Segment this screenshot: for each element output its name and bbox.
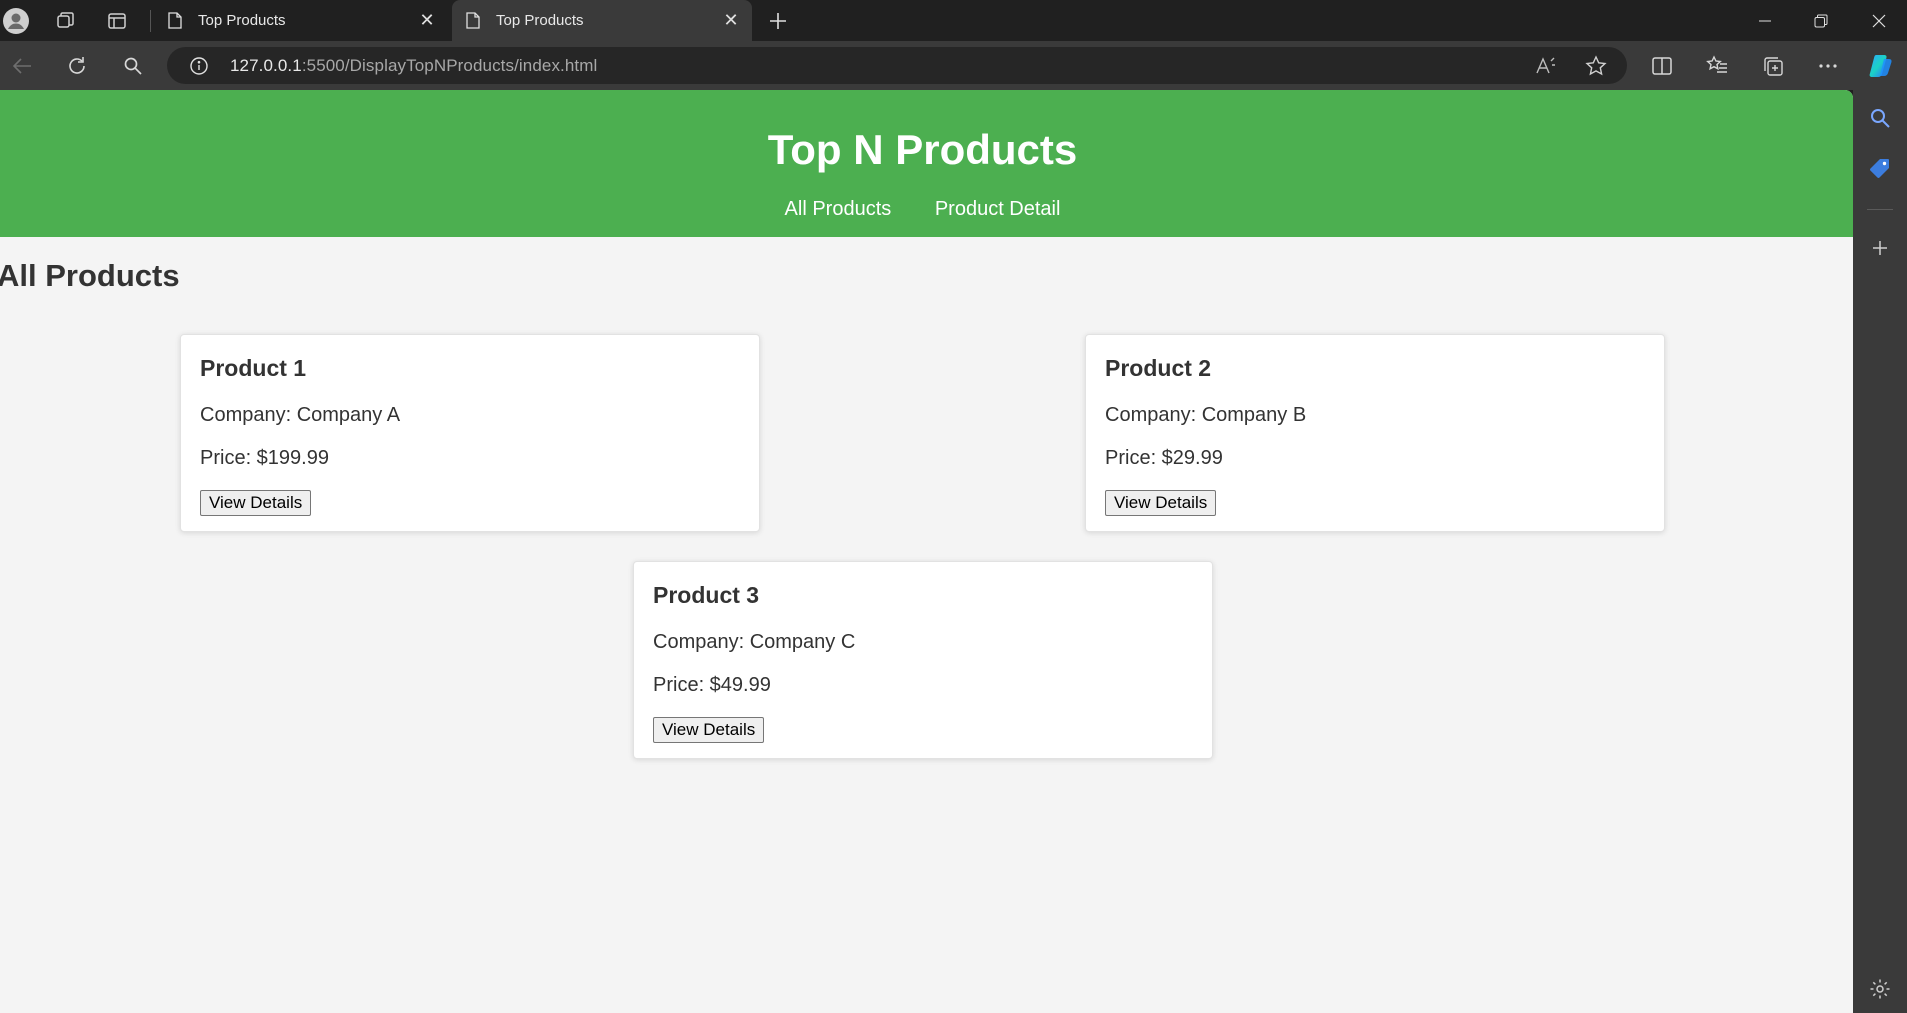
site-info-icon[interactable] [189,56,209,81]
sidebar-separator [1867,209,1893,210]
section-title: All Products [0,258,180,293]
product-card: Product 1 Company: Company A Price: $199… [180,334,760,532]
product-price: Price: $29.99 [1105,447,1223,469]
product-card: Product 2 Company: Company B Price: $29.… [1085,334,1665,532]
close-tab-icon[interactable]: ✕ [720,10,742,32]
product-name: Product 1 [200,355,307,381]
search-icon[interactable] [119,52,147,80]
view-details-button[interactable]: View Details [653,717,765,743]
product-price: Price: $199.99 [200,447,329,469]
product-name: Product 2 [1105,355,1212,381]
refresh-icon[interactable] [63,52,91,80]
close-tab-icon[interactable]: ✕ [416,10,438,32]
browser-tab-1[interactable]: Top Products ✕ [154,0,448,41]
browser-title-bar: Top Products ✕ Top Products ✕ [0,0,1907,41]
url-text[interactable]: 127.0.0.1:5500/DisplayTopNProducts/index… [230,56,597,76]
shopping-tag-icon[interactable] [1866,154,1894,182]
favorite-star-icon[interactable] [1585,55,1607,82]
close-window-icon[interactable] [1851,0,1907,41]
product-company: Company: Company B [1105,404,1307,426]
more-options-icon[interactable] [1814,52,1842,80]
vertical-tabs-icon[interactable] [104,8,130,34]
nav-link-product-detail[interactable]: Product Detail [935,198,1061,220]
collections-icon[interactable] [1759,52,1787,80]
add-sidebar-app-icon[interactable] [1866,234,1894,262]
page-icon [466,12,484,30]
read-aloud-icon[interactable] [1535,56,1557,81]
product-company: Company: Company C [653,631,856,653]
page-icon [168,12,186,30]
sidebar-settings-icon[interactable] [1866,975,1894,1003]
view-details-button[interactable]: View Details [1105,490,1217,516]
workspaces-icon[interactable] [53,8,79,34]
new-tab-icon[interactable] [764,7,792,35]
tab-title: Top Products [496,12,584,29]
tab-separator [150,10,151,32]
nav-link-all-products[interactable]: All Products [785,198,892,220]
product-price: Price: $49.99 [653,674,771,696]
sidebar-search-icon[interactable] [1866,104,1894,132]
site-header: Top N Products All Products Product Deta… [0,90,1853,237]
view-details-button[interactable]: View Details [200,490,312,516]
tab-title: Top Products [198,12,286,29]
page-viewport: Top N Products All Products Product Deta… [0,90,1853,1013]
minimize-icon[interactable] [1737,0,1793,41]
split-screen-icon[interactable] [1648,52,1676,80]
profile-avatar-icon[interactable] [3,8,29,34]
browser-toolbar: 127.0.0.1:5500/DisplayTopNProducts/index… [0,41,1907,90]
favorites-list-icon[interactable] [1703,52,1731,80]
site-nav: All Products Product Detail [0,198,1845,221]
url-path: :5500/DisplayTopNProducts/index.html [301,56,598,75]
address-bar[interactable]: 127.0.0.1:5500/DisplayTopNProducts/index… [167,47,1627,84]
url-host: 127.0.0.1 [230,56,302,75]
browser-tab-2[interactable]: Top Products ✕ [452,0,752,41]
page-title: Top N Products [767,126,1078,173]
product-card: Product 3 Company: Company C Price: $49.… [633,561,1213,759]
product-name: Product 3 [653,582,760,608]
back-arrow-icon[interactable] [8,52,36,80]
product-company: Company: Company A [200,404,401,426]
copilot-icon[interactable] [1867,52,1895,80]
restore-icon[interactable] [1793,0,1849,41]
browser-sidebar [1853,90,1907,1013]
